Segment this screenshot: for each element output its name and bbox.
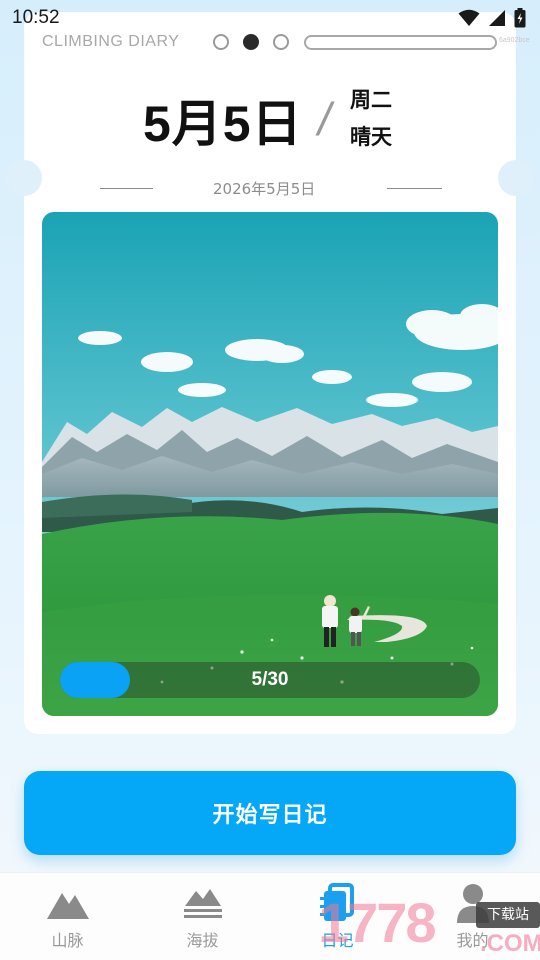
cellular-signal-icon <box>488 9 506 27</box>
start-writing-diary-button[interactable]: 开始写日记 <box>24 771 516 855</box>
weather: 晴天 <box>350 125 392 149</box>
nav-item-mountains[interactable]: 山脉 <box>0 873 135 960</box>
date-separator: / <box>318 93 331 145</box>
faint-label: 6a902bce <box>499 37 530 44</box>
altitude-icon <box>182 885 224 921</box>
start-writing-diary-label: 开始写日记 <box>212 802 328 827</box>
ticket-notch-left <box>6 160 42 196</box>
nav-item-altitude[interactable]: 海拔 <box>135 873 270 960</box>
page-dot[interactable] <box>273 34 289 50</box>
wifi-icon <box>458 9 480 27</box>
mountain-landscape-photo <box>42 212 498 716</box>
status-time: 10:52 <box>12 7 60 28</box>
page-indicator <box>213 34 289 50</box>
progress-text: 5/30 <box>251 669 289 690</box>
ticket-notch-right <box>498 160 534 196</box>
nav-label: 山脉 <box>51 931 84 950</box>
divider-left <box>100 188 153 189</box>
divider-right <box>387 188 442 189</box>
mountain-icon <box>46 885 89 921</box>
battery-charging-icon <box>514 8 526 28</box>
watermark-suffix: .COM <box>480 930 540 957</box>
nav-label: 海拔 <box>186 931 219 950</box>
page-dot[interactable] <box>213 34 229 50</box>
status-icons <box>458 8 526 28</box>
full-date: 2026年5月5日 <box>213 180 316 198</box>
watermark-number: 1778 <box>318 891 437 954</box>
header-pill-bar <box>304 35 497 50</box>
weekday: 周二 <box>350 88 392 112</box>
watermark-badge: 下载站 <box>476 902 540 928</box>
site-watermark: 1778 下载站 .COM <box>318 880 540 960</box>
page-dot-active[interactable] <box>243 34 259 50</box>
diary-progress-bar: 5/30 <box>60 662 480 698</box>
big-date: 5月5日 <box>143 96 303 152</box>
status-bar: 10:52 <box>0 0 540 36</box>
